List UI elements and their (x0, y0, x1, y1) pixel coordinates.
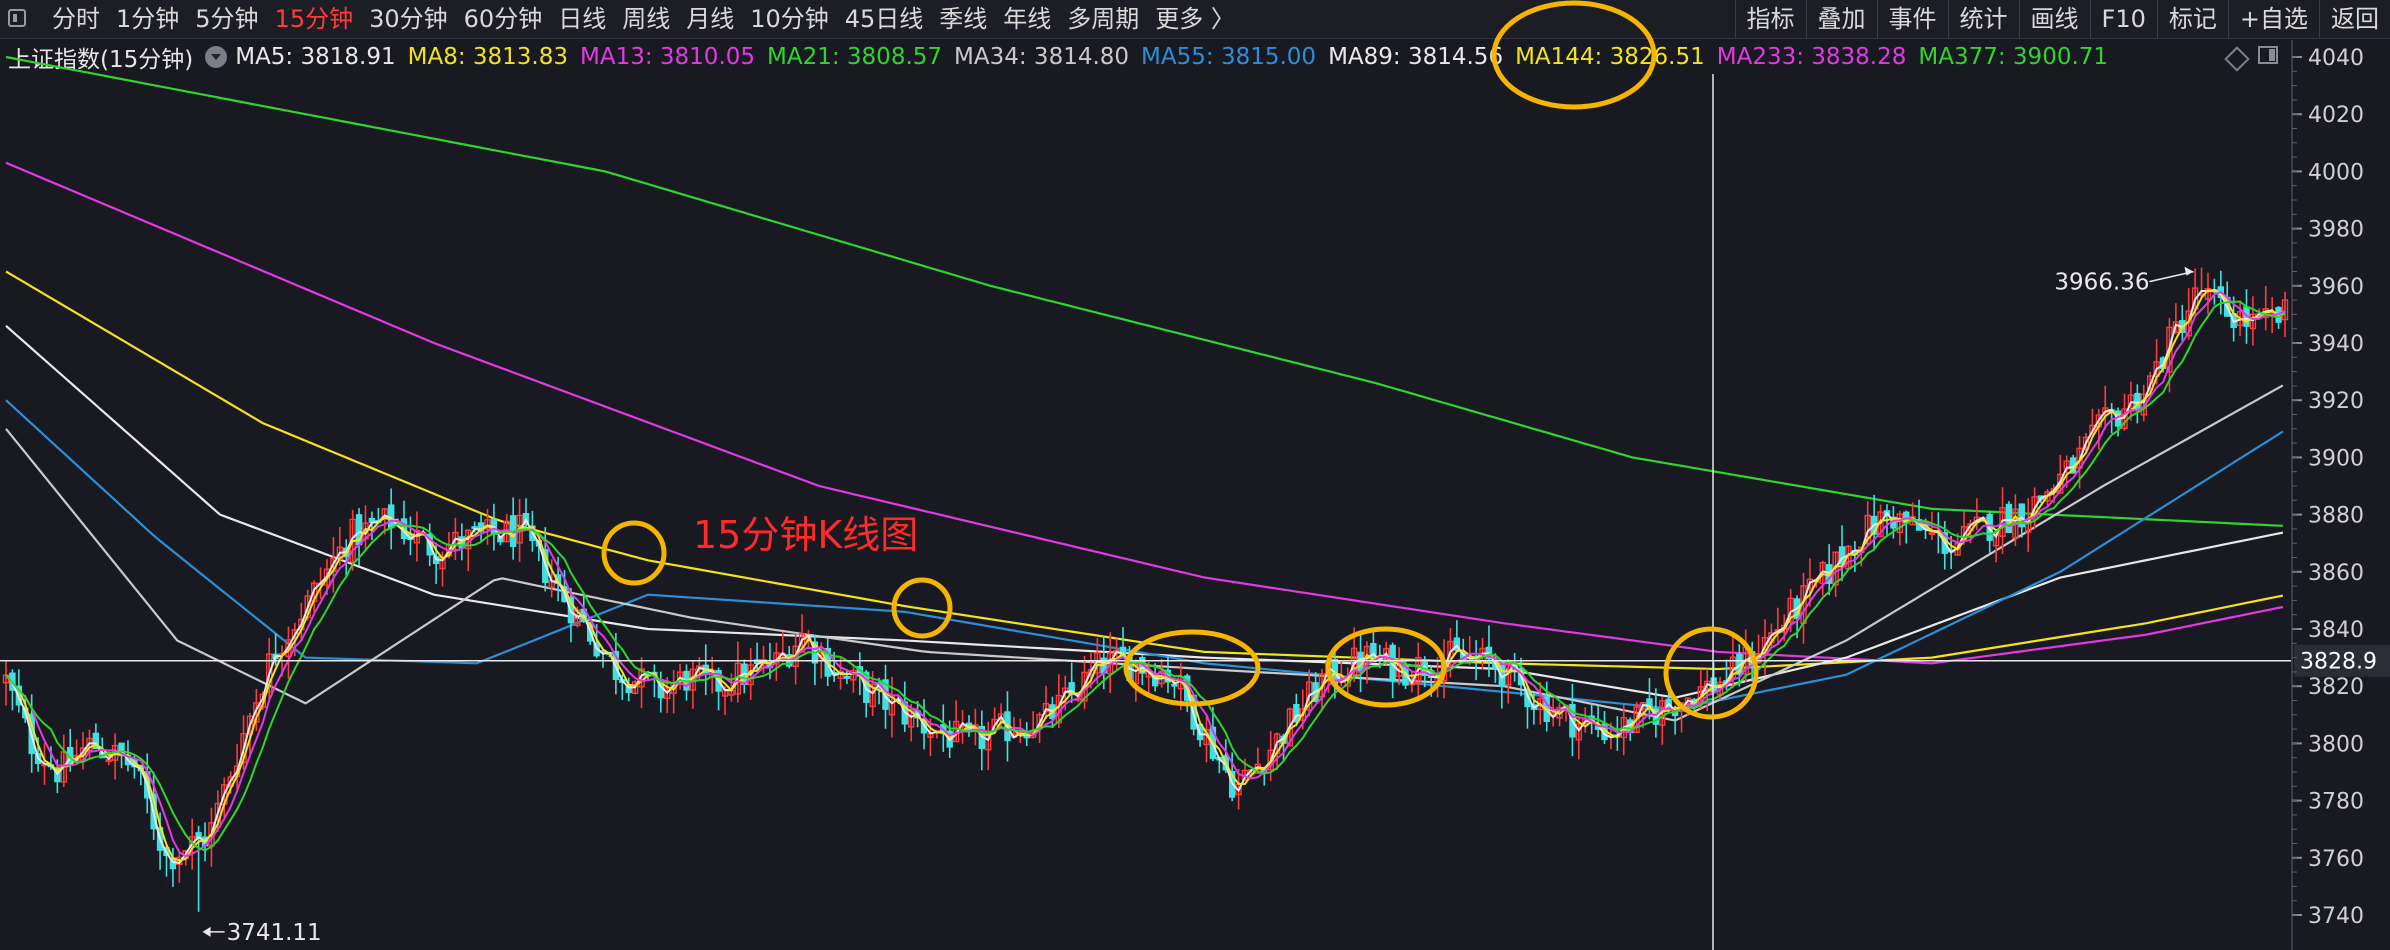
y-tick-label: 3920 (2308, 389, 2364, 414)
highlight-circle-0 (601, 520, 667, 586)
low-arrowhead (202, 926, 211, 937)
high-arrowhead (2184, 266, 2194, 276)
y-tick-label: 3880 (2308, 504, 2364, 529)
low-price-label: 3741.11 (227, 920, 322, 946)
trend-line-ma144 (5, 270, 2284, 671)
candle-body (1171, 683, 1178, 687)
kline-chart[interactable]: 3828.9 3966.36 3741.11 15分钟K线图 3740 3760 3780… (0, 0, 2390, 950)
highlight-circle-5 (1491, 0, 1657, 110)
y-tick-label: 4000 (2308, 160, 2364, 185)
y-tick-label: 3900 (2308, 446, 2364, 471)
y-tick-label: 3940 (2308, 332, 2364, 357)
candle-body (2005, 503, 2013, 534)
y-tick-label: 4040 (2308, 46, 2364, 71)
short-ma-lines (5, 288, 2286, 865)
candle-body (843, 676, 851, 679)
y-tick-label: 3860 (2308, 561, 2364, 586)
y-tick-label: 3840 (2308, 618, 2364, 643)
price-axis: 3740 3760 3780 3800 3820 3840 3860 3880 3900 3920… (2291, 40, 2364, 950)
price-tag-label: 3828.9 (2300, 650, 2377, 675)
trend-line-ma377 (5, 55, 2283, 527)
annotation-text: 15分钟K线图 (693, 513, 918, 557)
y-tick-label: 4020 (2308, 103, 2364, 128)
y-tick-label: 3740 (2308, 904, 2364, 929)
y-tick-label: 3960 (2308, 275, 2364, 300)
candlesticks (2, 267, 2289, 912)
y-tick-label: 3760 (2308, 847, 2364, 872)
candle-body (387, 504, 395, 529)
high-price-label: 3966.36 (2054, 270, 2149, 296)
overlays: 3828.9 3966.36 3741.11 15分钟K线图 (0, 0, 2390, 950)
y-tick-label: 3980 (2308, 218, 2364, 243)
ma-lines (5, 55, 2284, 722)
y-tick-label: 3820 (2308, 675, 2364, 700)
ma21-line (5, 300, 2286, 852)
y-tick-label: 3800 (2308, 732, 2364, 757)
y-tick-label: 3780 (2308, 790, 2364, 815)
ma5-line (5, 288, 2286, 865)
trend-line-ma233 (5, 161, 2284, 665)
